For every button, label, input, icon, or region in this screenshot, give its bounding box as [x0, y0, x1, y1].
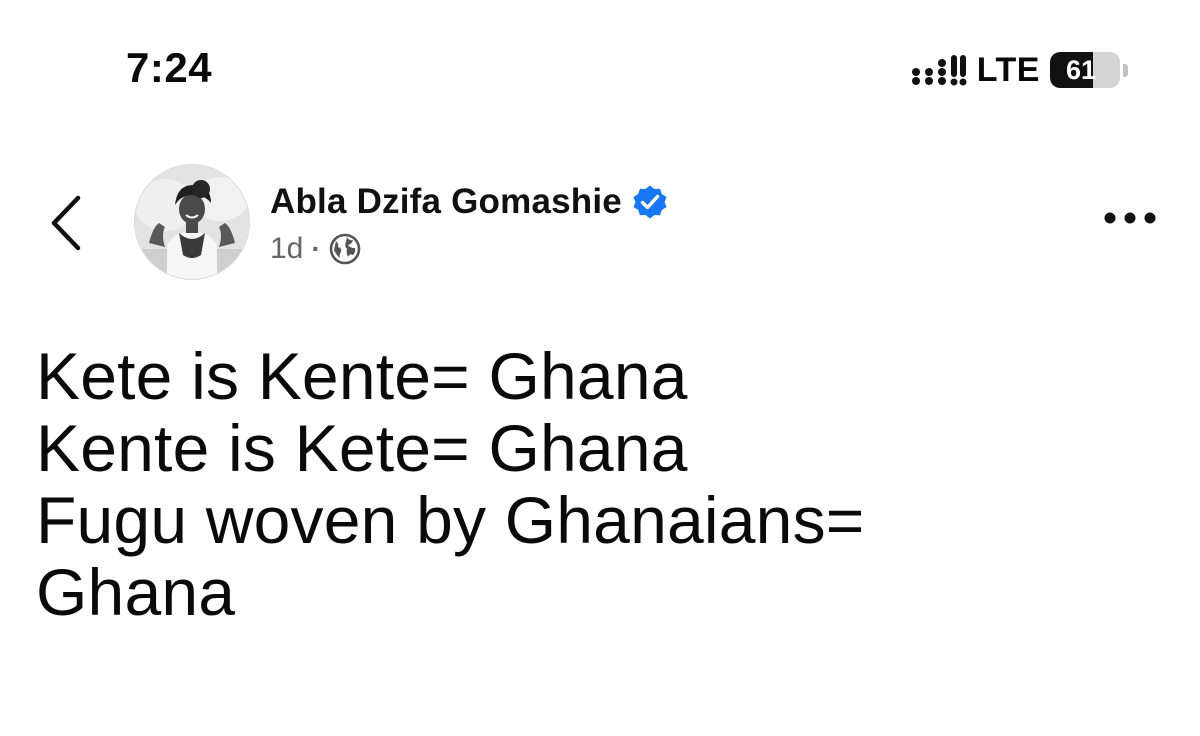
- post-text-line: Kete is Kente= Ghana: [36, 339, 688, 413]
- post-body: Kete is Kente= Ghana Kente is Kete= Ghan…: [36, 340, 1166, 628]
- author-avatar[interactable]: [134, 164, 250, 280]
- post-meta: 1d ·: [270, 232, 361, 266]
- battery-icon: 61: [1050, 51, 1128, 89]
- status-bar: 7:24 LTE 61: [0, 0, 1200, 130]
- more-dots-icon: [1104, 212, 1156, 224]
- post-header: Abla Dzifa Gomashie 1d ·: [0, 160, 1200, 290]
- signal-icon: [911, 55, 967, 86]
- globe-icon: [329, 233, 361, 265]
- post-text-line: Ghana: [36, 555, 236, 629]
- author-name-row: Abla Dzifa Gomashie: [270, 182, 668, 222]
- meta-separator: ·: [311, 233, 321, 264]
- back-button[interactable]: [38, 188, 94, 258]
- post-text-line: Fugu woven by Ghanaians=: [36, 483, 865, 557]
- verified-badge-icon: [633, 185, 667, 219]
- battery-body: 61: [1050, 52, 1120, 88]
- network-type-label: LTE: [976, 51, 1040, 89]
- status-indicators: LTE 61: [911, 50, 1128, 90]
- status-time: 7:24: [126, 44, 213, 91]
- post-text-line: Kente is Kete= Ghana: [36, 411, 688, 485]
- battery-cap: [1123, 63, 1128, 77]
- author-name[interactable]: Abla Dzifa Gomashie: [270, 182, 622, 222]
- back-chevron-icon: [51, 195, 81, 251]
- battery-level: 61: [1065, 54, 1097, 85]
- post-time[interactable]: 1d: [270, 232, 303, 266]
- more-options-button[interactable]: [1100, 198, 1160, 238]
- avatar-photo: [135, 165, 249, 279]
